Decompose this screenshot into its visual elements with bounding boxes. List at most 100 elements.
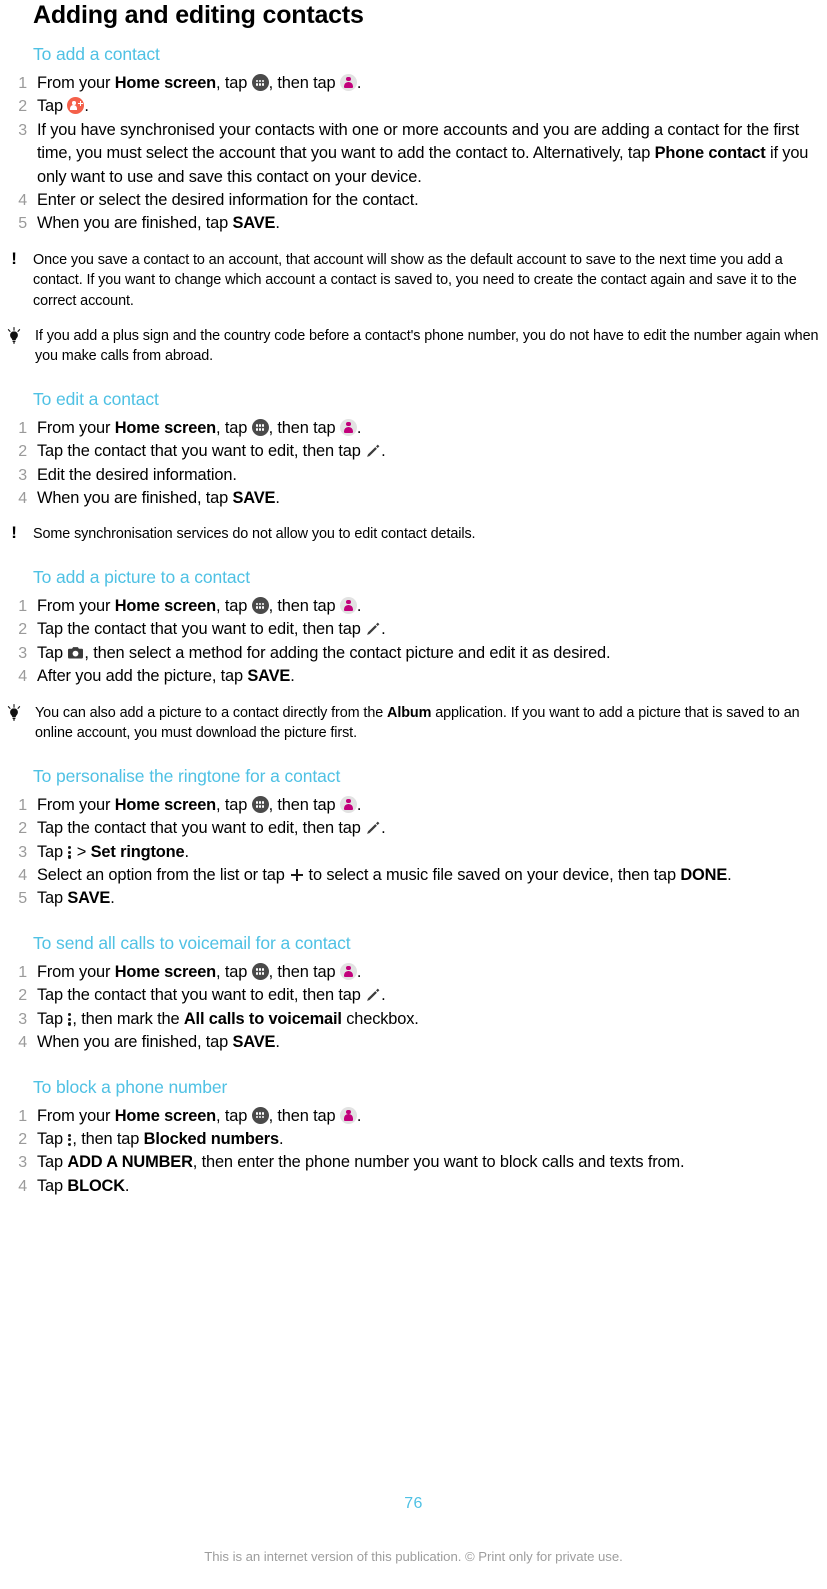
footer-copyright: This is an internet version of this publ… [204, 1549, 623, 1564]
note-callout: ! Some synchronisation services do not a… [0, 524, 827, 545]
overflow-menu-icon [67, 1011, 72, 1027]
list-item: 4 Tap BLOCK. [0, 1175, 827, 1198]
step-text-part: , then tap [268, 597, 340, 616]
pencil-icon [365, 987, 381, 1003]
list-item: 2 Tap the contact that you want to edit,… [0, 817, 827, 840]
step-text: Tap , then tap Blocked numbers. [37, 1128, 827, 1151]
step-number: 1 [18, 963, 27, 981]
step-text-part: Tap the contact that you want to edit, t… [37, 620, 366, 639]
list-item: 3 Tap ADD A NUMBER, then enter the phone… [0, 1151, 827, 1174]
bold-term: Home screen [114, 418, 217, 437]
list-item: 4 When you are finished, tap SAVE. [0, 487, 827, 510]
step-number: 2 [18, 987, 27, 1005]
tip-text: You can also add a picture to a contact … [35, 705, 800, 742]
step-number: 3 [18, 1010, 27, 1028]
section-heading: To send all calls to voicemail for a con… [33, 932, 351, 953]
step-text: After you add the picture, tap SAVE. [37, 665, 827, 688]
contacts-icon [339, 597, 357, 615]
bold-term: BLOCK [67, 1176, 125, 1195]
step-text: Tap SAVE. [37, 887, 827, 910]
list-item: 4 Enter or select the desired informatio… [0, 189, 827, 212]
exclamation-icon: ! [11, 248, 17, 268]
step-text-part: . [124, 1176, 130, 1195]
bold-term: Album [387, 704, 432, 721]
step-text: Tap the contact that you want to edit, t… [37, 817, 827, 840]
list-item: 4 Select an option from the list or tap … [0, 864, 827, 887]
step-text-part: After you add the picture, tap [37, 667, 248, 686]
list-item: 1 From your Home screen, tap , then tap … [0, 595, 827, 618]
pencil-icon [365, 443, 381, 459]
bold-term: SAVE [247, 667, 291, 686]
step-number: 1 [18, 796, 27, 814]
step-number: 5 [18, 890, 27, 908]
step-text-part: . [356, 962, 362, 981]
step-text-part: Tap [37, 1176, 68, 1195]
step-text-part: Tap the contact that you want to edit, t… [37, 819, 366, 838]
step-text: When you are finished, tap SAVE. [37, 487, 827, 510]
step-text-part: From your [37, 597, 115, 616]
contacts-icon [339, 74, 357, 91]
tip-callout: You can also add a picture to a contact … [0, 703, 827, 744]
step-text: Tap the contact that you want to edit, t… [37, 618, 827, 641]
bold-term: SAVE [67, 889, 111, 908]
pencil-icon [365, 820, 381, 836]
section-add-a-picture: To add a picture to a contact 1 From you… [0, 565, 827, 744]
step-number: 4 [18, 867, 27, 885]
step-text-part: . [356, 418, 362, 437]
manual-page: Adding and editing contacts To add a con… [0, 0, 827, 1589]
step-text: From your Home screen, tap , then tap . [37, 1105, 827, 1128]
step-text-part: From your [37, 418, 115, 437]
section-heading: To add a picture to a contact [33, 567, 250, 588]
step-number: 2 [18, 1130, 27, 1148]
list-item: 5 Tap SAVE. [0, 887, 827, 910]
step-text-part: Tap [37, 97, 68, 116]
lightbulb-icon [0, 326, 28, 353]
step-text: Select an option from the list or tap to… [37, 864, 827, 887]
step-text: Tap BLOCK. [37, 1175, 827, 1198]
step-text-part: From your [37, 74, 115, 92]
step-text: Edit the desired information. [37, 465, 237, 484]
pencil-icon [365, 621, 381, 637]
step-text: From your Home screen, tap , then tap . [37, 72, 827, 95]
step-text-part: Tap [37, 1153, 68, 1172]
step-text: Tap ADD A NUMBER, then enter the phone n… [37, 1151, 827, 1174]
step-text-part: When you are finished, tap [37, 489, 233, 508]
plus-icon [289, 867, 304, 882]
list-item: 2 Tap the contact that you want to edit,… [0, 440, 827, 463]
step-text: Tap the contact that you want to edit, t… [37, 440, 827, 463]
step-text-part: . [275, 489, 280, 508]
section-edit-a-contact: To edit a contact 1 From your Home scree… [0, 387, 827, 545]
step-text-part: . [381, 986, 386, 1005]
page-title: Adding and editing contacts [33, 1, 364, 29]
step-number: 4 [18, 490, 27, 508]
step-text-part: Tap [37, 643, 68, 662]
section-heading: To edit a contact [33, 388, 159, 409]
step-number: 5 [18, 215, 27, 233]
step-list: 1 From your Home screen, tap , then tap … [0, 961, 827, 1055]
list-item: 2 Tap the contact that you want to edit,… [0, 618, 827, 641]
app-drawer-icon [251, 597, 269, 615]
step-text-part: , tap [216, 597, 252, 616]
step-text-part: . [110, 889, 115, 908]
app-drawer-icon [251, 1106, 269, 1124]
app-drawer-icon [251, 962, 269, 980]
step-text-part: Tap [37, 1129, 68, 1148]
contacts-icon [339, 795, 357, 813]
section-add-a-contact: To add a contact 1 From your Home screen… [0, 42, 827, 367]
list-item: 1 From your Home screen, tap , then tap … [0, 794, 827, 817]
step-list: 1 From your Home screen, tap , then tap … [0, 1105, 827, 1199]
step-text: Tap > Set ringtone. [37, 841, 827, 864]
step-number: 3 [18, 1154, 27, 1172]
list-item: 4 When you are finished, tap SAVE. [0, 1031, 827, 1054]
overflow-menu-icon [67, 1131, 72, 1147]
step-text-part: From your [37, 1106, 115, 1125]
step-text-part: . [381, 819, 386, 838]
step-text-part: , then tap [72, 1129, 144, 1148]
step-number: 4 [18, 1177, 27, 1195]
step-text-part: . [290, 667, 295, 686]
step-text-part: . [356, 74, 362, 92]
step-text-part: When you are finished, tap [37, 214, 233, 233]
step-text-part: , then tap [268, 795, 340, 814]
step-text-part: , then mark the [72, 1009, 184, 1028]
step-number: 2 [18, 621, 27, 639]
